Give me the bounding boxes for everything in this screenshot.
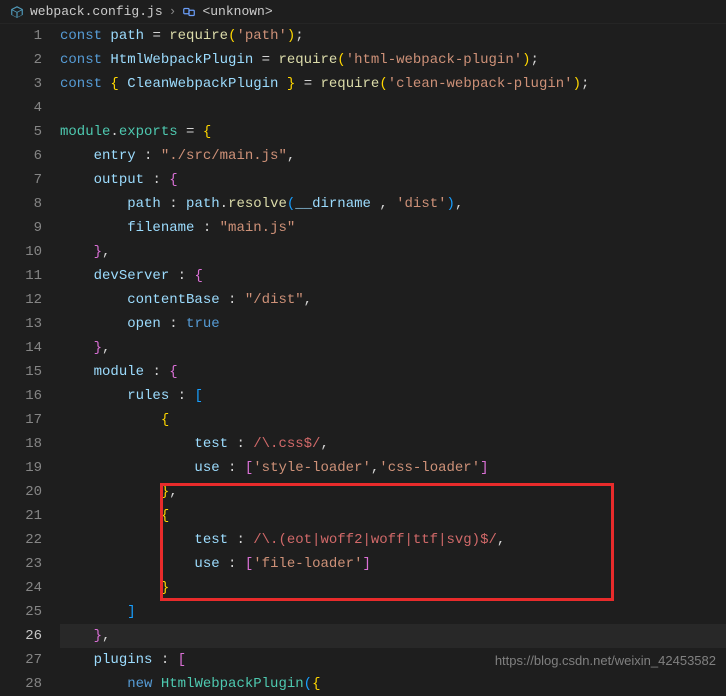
breadcrumb-symbol[interactable]: <unknown> xyxy=(202,4,272,19)
code-line[interactable]: const HtmlWebpackPlugin = require('html-… xyxy=(60,48,726,72)
code-line[interactable]: output : { xyxy=(60,168,726,192)
line-number: 28 xyxy=(0,672,42,696)
code-line[interactable]: entry : "./src/main.js", xyxy=(60,144,726,168)
line-number: 10 xyxy=(0,240,42,264)
code-editor[interactable]: 1234567891011121314151617181920212223242… xyxy=(0,24,726,696)
line-number: 2 xyxy=(0,48,42,72)
line-number: 19 xyxy=(0,456,42,480)
code-line[interactable]: }, xyxy=(60,336,726,360)
code-line[interactable]: ] xyxy=(60,600,726,624)
symbol-icon xyxy=(182,5,196,19)
line-number: 5 xyxy=(0,120,42,144)
line-number: 11 xyxy=(0,264,42,288)
code-line[interactable]: }, xyxy=(60,480,726,504)
line-number: 16 xyxy=(0,384,42,408)
code-line[interactable]: use : ['file-loader'] xyxy=(60,552,726,576)
line-number: 1 xyxy=(0,24,42,48)
line-number: 14 xyxy=(0,336,42,360)
breadcrumb-bar: webpack.config.js › <unknown> xyxy=(0,0,726,24)
breadcrumb-separator-icon: › xyxy=(169,4,177,19)
breadcrumb-file[interactable]: webpack.config.js xyxy=(30,4,163,19)
code-area[interactable]: const path = require('path');const HtmlW… xyxy=(60,24,726,696)
code-line[interactable]: path : path.resolve(__dirname , 'dist'), xyxy=(60,192,726,216)
line-number: 13 xyxy=(0,312,42,336)
line-number: 22 xyxy=(0,528,42,552)
code-line[interactable]: contentBase : "/dist", xyxy=(60,288,726,312)
code-line[interactable]: module : { xyxy=(60,360,726,384)
code-line[interactable]: { xyxy=(60,408,726,432)
line-number: 9 xyxy=(0,216,42,240)
line-number: 12 xyxy=(0,288,42,312)
js-file-icon xyxy=(10,5,24,19)
line-number: 27 xyxy=(0,648,42,672)
line-number: 26 xyxy=(0,624,42,648)
code-line[interactable]: use : ['style-loader','css-loader'] xyxy=(60,456,726,480)
line-number: 4 xyxy=(0,96,42,120)
line-number-gutter: 1234567891011121314151617181920212223242… xyxy=(0,24,60,696)
line-number: 15 xyxy=(0,360,42,384)
code-line[interactable]: open : true xyxy=(60,312,726,336)
line-number: 8 xyxy=(0,192,42,216)
code-line[interactable]: rules : [ xyxy=(60,384,726,408)
code-line[interactable]: } xyxy=(60,576,726,600)
code-line[interactable] xyxy=(60,96,726,120)
watermark-text: https://blog.csdn.net/weixin_42453582 xyxy=(495,653,716,668)
line-number: 17 xyxy=(0,408,42,432)
code-line[interactable]: { xyxy=(60,504,726,528)
code-line[interactable]: new HtmlWebpackPlugin({ xyxy=(60,672,726,696)
code-line[interactable]: module.exports = { xyxy=(60,120,726,144)
code-line[interactable]: }, xyxy=(60,624,726,648)
line-number: 24 xyxy=(0,576,42,600)
line-number: 20 xyxy=(0,480,42,504)
code-line[interactable]: filename : "main.js" xyxy=(60,216,726,240)
code-line[interactable]: const path = require('path'); xyxy=(60,24,726,48)
code-line[interactable]: }, xyxy=(60,240,726,264)
code-line[interactable]: test : /\.css$/, xyxy=(60,432,726,456)
code-line[interactable]: const { CleanWebpackPlugin } = require('… xyxy=(60,72,726,96)
line-number: 3 xyxy=(0,72,42,96)
line-number: 23 xyxy=(0,552,42,576)
code-line[interactable]: test : /\.(eot|woff2|woff|ttf|svg)$/, xyxy=(60,528,726,552)
code-line[interactable]: devServer : { xyxy=(60,264,726,288)
line-number: 7 xyxy=(0,168,42,192)
line-number: 18 xyxy=(0,432,42,456)
line-number: 25 xyxy=(0,600,42,624)
line-number: 21 xyxy=(0,504,42,528)
line-number: 6 xyxy=(0,144,42,168)
